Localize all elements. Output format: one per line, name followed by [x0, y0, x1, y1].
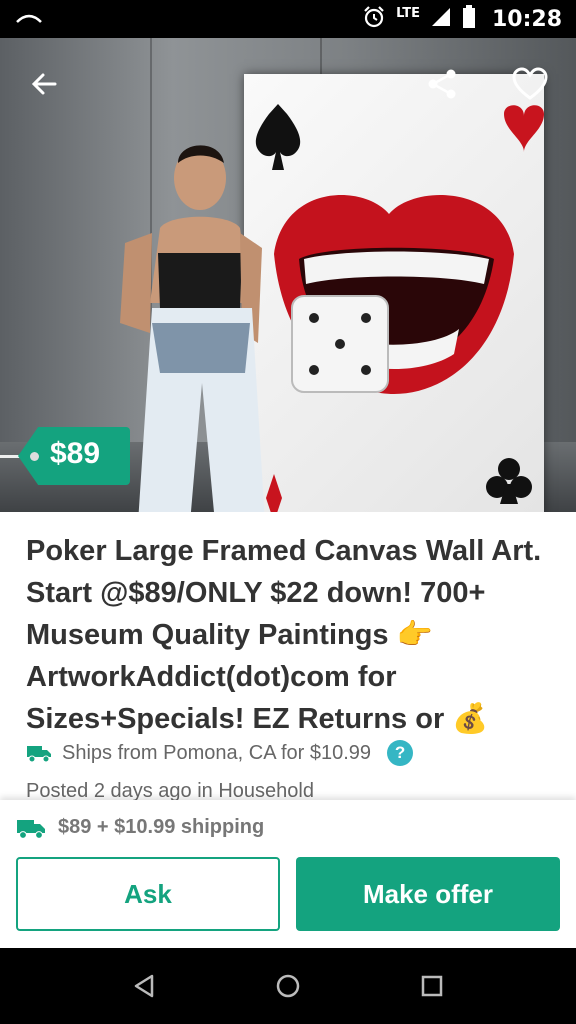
- help-icon[interactable]: ?: [387, 740, 414, 766]
- back-button[interactable]: [20, 60, 68, 108]
- truck-icon: [17, 819, 45, 839]
- share-icon: [428, 69, 456, 99]
- ships-from-row: Ships from Pomona, CA for $10.99 ?: [26, 740, 414, 766]
- heart-icon: [512, 67, 548, 100]
- circle-home-icon: [276, 974, 300, 998]
- truck-icon: [27, 746, 51, 763]
- clock: 10:28: [491, 6, 562, 32]
- shipping-summary-row: $89 + $10.99 shipping: [16, 816, 264, 839]
- price-tag-label: $89: [50, 437, 101, 470]
- listing-details[interactable]: Poker Large Framed Canvas Wall Art. Star…: [0, 512, 576, 800]
- share-button[interactable]: [418, 60, 466, 108]
- nav-home-button[interactable]: [268, 966, 308, 1006]
- shipping-summary: $89 + $10.99 shipping: [58, 816, 265, 838]
- nav-back-button[interactable]: [124, 966, 164, 1006]
- triangle-back-icon: [134, 974, 154, 998]
- make-offer-button[interactable]: Make offer: [296, 857, 560, 931]
- signal-icon: [430, 6, 452, 32]
- nav-recents-button[interactable]: [412, 966, 452, 1006]
- alarm-icon: [362, 5, 386, 33]
- system-nav-bar: [0, 948, 576, 1024]
- network-type: LTE: [396, 5, 420, 21]
- ask-button[interactable]: Ask: [16, 857, 280, 931]
- status-bar: LTE 10:28: [0, 0, 576, 38]
- action-panel: $89 + $10.99 shipping Ask Make offer: [0, 800, 576, 948]
- listing-photo[interactable]: $89: [0, 38, 576, 512]
- back-arrow-icon: [31, 73, 57, 95]
- square-recents-icon: [421, 975, 443, 997]
- battery-icon: [462, 5, 476, 33]
- notification-icon: [14, 8, 44, 30]
- ships-from-text: Ships from Pomona, CA for $10.99: [62, 741, 372, 764]
- price-tag: $89: [0, 427, 130, 485]
- posted-info: Posted 2 days ago in Household: [26, 780, 314, 800]
- favorite-button[interactable]: [506, 60, 554, 108]
- listing-title: Poker Large Framed Canvas Wall Art. Star…: [26, 535, 542, 735]
